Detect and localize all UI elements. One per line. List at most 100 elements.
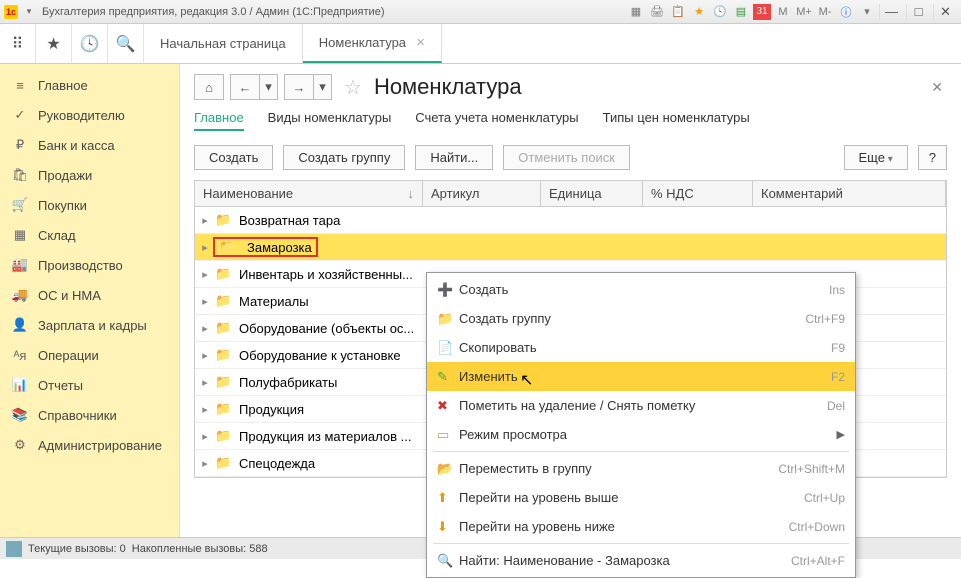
calendar-icon[interactable]: 31 [753, 4, 771, 20]
context-label: Создать [459, 282, 829, 297]
sidebar-item-2[interactable]: ₽Банк и касса [0, 130, 179, 160]
close-window-button[interactable]: ✕ [933, 4, 957, 20]
sidebar-item-3[interactable]: 🛍Продажи [0, 160, 179, 190]
tab-label: Начальная страница [160, 36, 286, 51]
context-shortcut: Ctrl+Shift+M [778, 462, 845, 476]
sidebar-label: Главное [38, 78, 88, 93]
sidebar-item-5[interactable]: ▦Склад [0, 220, 179, 250]
table-row[interactable]: ▸📁Возвратная тара [195, 207, 946, 234]
expand-icon[interactable]: ▸ [195, 403, 215, 416]
home-button[interactable]: ⌂ [194, 74, 224, 100]
sidebar-label: ОС и НМА [38, 288, 101, 303]
context-icon: ➕ [437, 282, 459, 298]
context-shortcut: Del [827, 399, 845, 413]
context-item-3[interactable]: ✎ИзменитьF2 [427, 362, 855, 391]
status-current-calls: Текущие вызовы: 0 [28, 543, 126, 555]
calc-icon[interactable]: ▤ [732, 4, 750, 20]
titlebar-icon-2[interactable]: 🖨 [648, 4, 666, 20]
expand-icon[interactable]: ▸ [195, 457, 215, 470]
table-row[interactable]: ▸📁Замарозка [195, 234, 946, 261]
star-icon[interactable]: ★ [36, 24, 72, 63]
m-plus-button[interactable]: M+ [795, 4, 813, 20]
context-icon: 🔍 [437, 553, 459, 569]
expand-icon[interactable]: ▸ [195, 295, 215, 308]
folder-icon: 📁 [215, 293, 235, 309]
sidebar-label: Продажи [38, 168, 92, 183]
tab-nomenclature[interactable]: Номенклатура ✕ [303, 24, 442, 63]
create-group-button[interactable]: Создать группу [283, 145, 405, 170]
search-icon[interactable]: 🔍 [108, 24, 144, 63]
context-item-9[interactable]: ⬇Перейти на уровень нижеCtrl+Down [427, 512, 855, 541]
context-item-11[interactable]: 🔍Найти: Наименование - ЗамарозкаCtrl+Alt… [427, 546, 855, 575]
sidebar-item-1[interactable]: ✓Руководителю [0, 100, 179, 130]
maximize-button[interactable]: □ [906, 4, 930, 20]
context-label: Режим просмотра [459, 427, 837, 442]
context-item-0[interactable]: ➕СоздатьIns [427, 275, 855, 304]
context-item-1[interactable]: 📁Создать группуCtrl+F9 [427, 304, 855, 333]
find-button[interactable]: Найти... [415, 145, 493, 170]
subtab-main[interactable]: Главное [194, 110, 244, 131]
row-name: Спецодежда [235, 456, 315, 471]
subtab-types[interactable]: Виды номенклатуры [268, 110, 392, 131]
expand-icon[interactable]: ▸ [195, 349, 215, 362]
m-minus-button[interactable]: M- [816, 4, 834, 20]
expand-icon[interactable]: ▸ [195, 268, 215, 281]
sidebar-item-0[interactable]: ≡Главное [0, 70, 179, 100]
sidebar: ≡Главное✓Руководителю₽Банк и касса🛍Прода… [0, 64, 180, 537]
favorite-icon[interactable]: ★ [690, 4, 708, 20]
subtab-accounts[interactable]: Счета учета номенклатуры [415, 110, 578, 131]
create-button[interactable]: Создать [194, 145, 273, 170]
forward-dropdown[interactable]: ▾ [314, 74, 332, 100]
tab-close-icon[interactable]: ✕ [416, 36, 425, 49]
history-icon[interactable]: 🕓 [711, 4, 729, 20]
context-item-2[interactable]: 📄СкопироватьF9 [427, 333, 855, 362]
m-button[interactable]: M [774, 4, 792, 20]
sidebar-item-11[interactable]: 📚Справочники [0, 400, 179, 430]
context-item-4[interactable]: ✖Пометить на удаление / Снять пометкуDel [427, 391, 855, 420]
expand-icon[interactable]: ▸ [195, 322, 215, 335]
apps-icon[interactable]: ⠿ [0, 24, 36, 63]
tab-start-page[interactable]: Начальная страница [144, 24, 303, 63]
minimize-button[interactable]: — [879, 4, 903, 20]
subtab-price-types[interactable]: Типы цен номенклатуры [603, 110, 750, 131]
context-item-8[interactable]: ⬆Перейти на уровень вышеCtrl+Up [427, 483, 855, 512]
sidebar-icon: 📚 [12, 407, 28, 423]
expand-icon[interactable]: ▸ [195, 376, 215, 389]
forward-button[interactable]: → [284, 74, 314, 100]
context-item-5[interactable]: ▭Режим просмотра▶ [427, 420, 855, 449]
app-menu-dropdown[interactable]: ▾ [22, 5, 36, 19]
help-button[interactable]: ? [918, 145, 947, 170]
expand-icon[interactable]: ▸ [195, 241, 215, 254]
history-tb-icon[interactable]: 🕓 [72, 24, 108, 63]
page-close-button[interactable]: ✕ [927, 75, 947, 100]
more-button[interactable]: Еще [844, 145, 908, 170]
expand-icon[interactable]: ▸ [195, 214, 215, 227]
col-vat[interactable]: % НДС [643, 181, 753, 206]
page-favorite-icon[interactable]: ☆ [344, 75, 362, 100]
info-icon[interactable]: ⓘ [837, 4, 855, 20]
context-shortcut: F9 [831, 341, 845, 355]
sidebar-item-7[interactable]: 🚚ОС и НМА [0, 280, 179, 310]
titlebar-icon-1[interactable]: ▦ [627, 4, 645, 20]
back-dropdown[interactable]: ▾ [260, 74, 278, 100]
folder-icon: 📁 [215, 428, 235, 444]
context-icon: 📂 [437, 461, 459, 477]
expand-icon[interactable]: ▸ [195, 430, 215, 443]
col-unit[interactable]: Единица [541, 181, 643, 206]
context-label: Создать группу [459, 311, 805, 326]
col-article[interactable]: Артикул [423, 181, 541, 206]
titlebar-icon-3[interactable]: 📋 [669, 4, 687, 20]
col-name[interactable]: Наименование↓ [195, 181, 423, 206]
sidebar-item-4[interactable]: 🛒Покупки [0, 190, 179, 220]
sidebar-item-12[interactable]: ⚙Администрирование [0, 430, 179, 460]
context-item-7[interactable]: 📂Переместить в группуCtrl+Shift+M [427, 454, 855, 483]
back-button[interactable]: ← [230, 74, 260, 100]
tab-label: Номенклатура [319, 35, 406, 50]
sidebar-item-6[interactable]: 🏭Производство [0, 250, 179, 280]
sidebar-item-10[interactable]: 📊Отчеты [0, 370, 179, 400]
info-dropdown[interactable]: ▾ [858, 4, 876, 20]
sidebar-item-8[interactable]: 👤Зарплата и кадры [0, 310, 179, 340]
col-comment[interactable]: Комментарий [753, 181, 946, 206]
cancel-find-button[interactable]: Отменить поиск [503, 145, 630, 170]
sidebar-item-9[interactable]: ᴬяОперации [0, 340, 179, 370]
